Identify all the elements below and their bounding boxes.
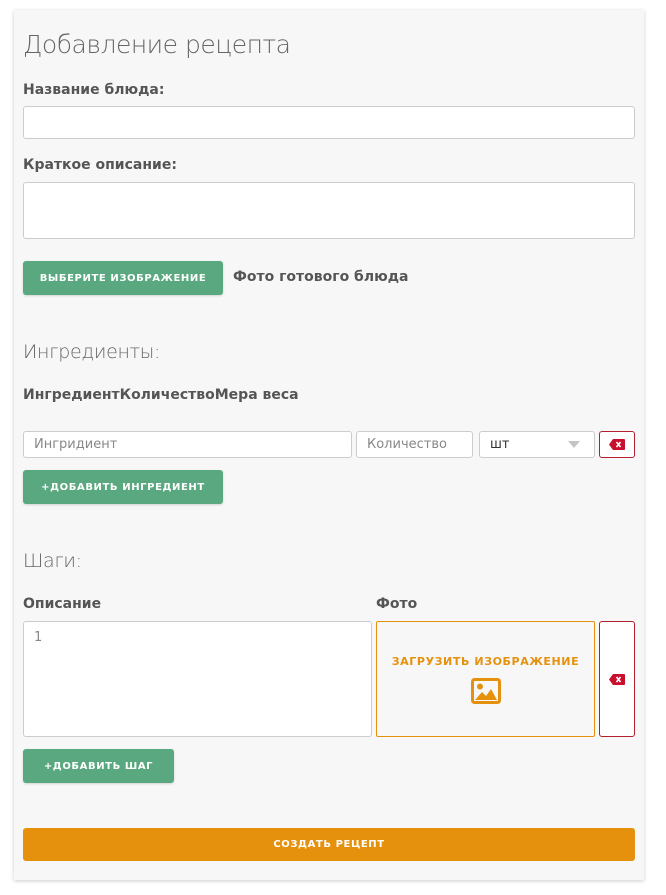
page-title: Добавление рецепта xyxy=(23,30,291,59)
step-image-upload[interactable]: ЗАГРУЗИТЬ ИЗОБРАЖЕНИЕ xyxy=(376,621,595,737)
short-description-textarea[interactable] xyxy=(23,182,635,239)
delete-ingredient-button[interactable] xyxy=(599,431,635,458)
caret-down-icon xyxy=(568,441,580,448)
short-description-label: Краткое описание: xyxy=(23,157,177,173)
steps-title: Шаги: xyxy=(23,550,82,572)
choose-image-button[interactable]: ВЫБЕРИТЕ ИЗОБРАЖЕНИЕ xyxy=(23,261,223,295)
ingredients-title: Ингредиенты: xyxy=(23,341,161,363)
ingredient-unit-select[interactable]: шт xyxy=(479,431,595,458)
recipe-form-card: Добавление рецепта Название блюда: Кратк… xyxy=(14,10,644,880)
step-description-header: Описание xyxy=(23,596,102,612)
step-description-textarea[interactable]: 1 xyxy=(23,621,372,737)
ingredient-unit-value: шт xyxy=(490,437,510,452)
image-icon xyxy=(470,677,501,704)
dish-name-input[interactable] xyxy=(23,106,635,139)
dish-photo-caption: Фото готового блюда xyxy=(233,269,409,285)
delete-step-button[interactable] xyxy=(599,621,635,737)
step-photo-header: Фото xyxy=(376,596,418,612)
ingredient-name-input[interactable]: Ингридиент xyxy=(23,431,352,458)
backspace-x-icon xyxy=(609,673,625,685)
ingredients-headers: ИнгредиентКоличествоМера веса xyxy=(23,387,299,403)
add-ingredient-button[interactable]: +ДОБАВИТЬ ИНГРЕДИЕНТ xyxy=(23,470,223,504)
create-recipe-button[interactable]: СОЗДАТЬ РЕЦЕПТ xyxy=(23,828,635,861)
upload-image-label: ЗАГРУЗИТЬ ИЗОБРАЖЕНИЕ xyxy=(391,654,580,668)
add-step-button[interactable]: +ДОБАВИТЬ ШАГ xyxy=(23,749,174,783)
ingredient-quantity-input[interactable]: Количество xyxy=(356,431,473,458)
dish-name-label: Название блюда: xyxy=(23,82,165,98)
backspace-x-icon xyxy=(609,439,625,450)
